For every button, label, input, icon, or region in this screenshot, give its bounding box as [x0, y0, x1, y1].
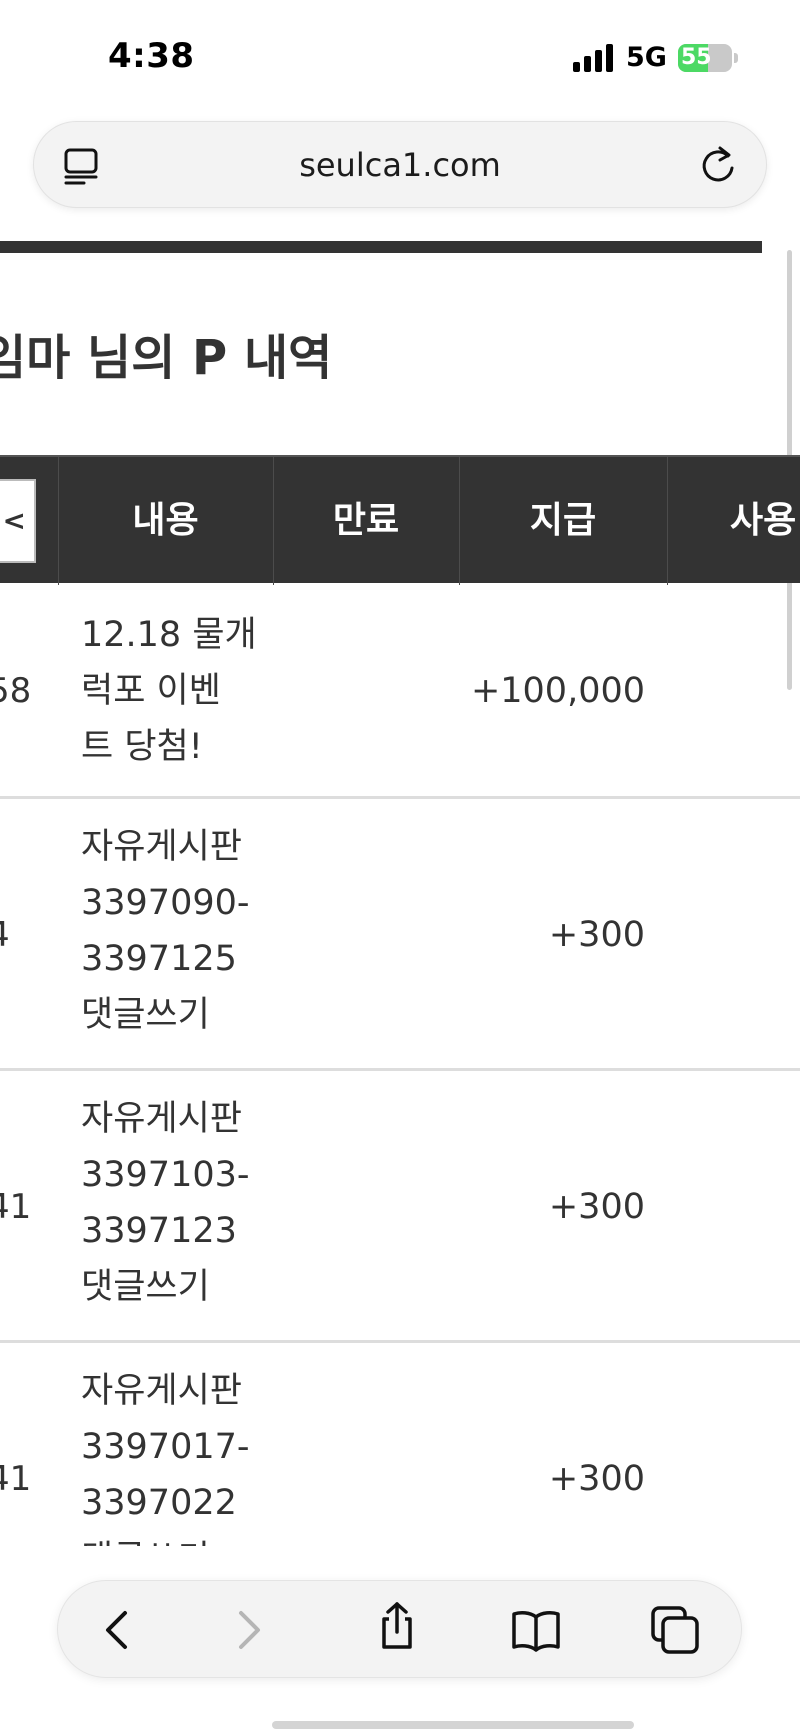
battery-percent: 55: [681, 45, 712, 70]
header-rule: [0, 241, 762, 253]
chevron-left-icon[interactable]: [94, 1605, 144, 1655]
table-row: 4 자유게시판 3397090- 3397125 댓글쓰기 +300: [0, 799, 800, 1071]
column-header-granted[interactable]: 지급: [459, 457, 667, 585]
battery-icon: 55: [678, 44, 732, 72]
row-id: 58: [0, 671, 32, 711]
reload-icon[interactable]: [698, 144, 738, 186]
row-amount: +100,000: [470, 671, 645, 711]
row-content: 자유게시판 3397017- 3397022 댓글쓰기: [81, 1371, 250, 1546]
row-content: 12.18 물개 럭포 이벤 트 당첨!: [81, 615, 257, 767]
bottom-toolbar: [57, 1580, 742, 1678]
row-amount: +300: [548, 1459, 645, 1499]
row-id: 41: [0, 1187, 32, 1227]
column-header-content[interactable]: 내용: [58, 457, 273, 585]
chevron-right-icon[interactable]: [222, 1605, 272, 1655]
share-icon[interactable]: [372, 1601, 422, 1651]
table-row: 41 자유게시판 3397103- 3397123 댓글쓰기 +300: [0, 1071, 800, 1343]
home-indicator: [272, 1721, 634, 1729]
book-icon[interactable]: [511, 1605, 561, 1655]
row-content: 자유게시판 3397103- 3397123 댓글쓰기: [81, 1099, 250, 1307]
table-row: 58 12.18 물개 럭포 이벤 트 당첨! +100,000: [0, 583, 800, 799]
status-time: 4:38: [108, 36, 195, 76]
row-amount: +300: [548, 915, 645, 955]
table-row: 41 자유게시판 3397017- 3397022 댓글쓰기 +300: [0, 1343, 800, 1546]
tabs-icon[interactable]: [650, 1605, 700, 1655]
table-header: < 내용 만료 지급 사용: [0, 455, 800, 585]
column-header-used[interactable]: 사용: [667, 457, 800, 585]
battery-tip: [734, 53, 738, 63]
column-header-expiry[interactable]: 만료: [273, 457, 459, 585]
address-bar[interactable]: seulca1.com: [33, 121, 767, 208]
row-content: 자유게시판 3397090- 3397125 댓글쓰기: [81, 827, 250, 1035]
row-id: 4: [0, 915, 10, 955]
url-text[interactable]: seulca1.com: [34, 146, 766, 184]
sort-toggle-button[interactable]: <: [0, 479, 36, 563]
row-amount: +300: [548, 1187, 645, 1227]
signal-strength-icon: [573, 44, 613, 72]
network-type: 5G: [626, 42, 667, 73]
points-table-body: 58 12.18 물개 럭포 이벤 트 당첨! +100,000 4 자유게시판…: [0, 583, 800, 1546]
row-id: 41: [0, 1459, 32, 1499]
page-title: 임마 님의 P 내역: [0, 330, 333, 386]
